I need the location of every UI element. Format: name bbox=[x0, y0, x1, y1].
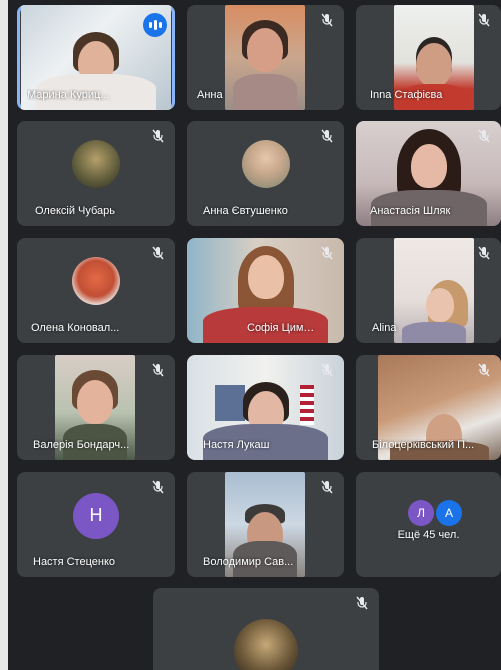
window-edge bbox=[0, 0, 8, 670]
participant-name: Настя Стеценко bbox=[33, 556, 116, 568]
participant-tile[interactable]: Софія Цимбалюк bbox=[187, 238, 344, 343]
participant-name: Анна bbox=[197, 89, 223, 101]
mic-muted-icon bbox=[356, 596, 368, 610]
participant-name: Білоцерківський П... bbox=[372, 439, 475, 451]
mic-muted-icon bbox=[321, 480, 333, 494]
participant-tile[interactable]: Валерія Бондарч... bbox=[17, 355, 175, 460]
participant-name: Марина Куриц... bbox=[27, 89, 110, 101]
participant-avatar bbox=[72, 256, 120, 305]
participant-tile[interactable]: Анастасія Шляк bbox=[356, 121, 501, 226]
participant-tile[interactable]: Олексій Чубарь bbox=[17, 121, 175, 226]
mic-muted-icon bbox=[478, 246, 490, 260]
participant-tile[interactable]: Володимир Сав... bbox=[187, 472, 344, 577]
participant-tile[interactable]: Настя Лукаш bbox=[187, 355, 344, 460]
participant-tile[interactable] bbox=[153, 588, 379, 670]
mic-muted-icon bbox=[321, 129, 333, 143]
participant-name: Alina bbox=[372, 322, 397, 334]
participant-tile[interactable]: Олена Коновал... bbox=[17, 238, 175, 343]
participant-tile[interactable]: Анна bbox=[187, 5, 344, 110]
participant-avatar: Н bbox=[73, 492, 119, 539]
mic-muted-icon bbox=[321, 13, 333, 27]
mic-muted-icon bbox=[478, 129, 490, 143]
participant-tile[interactable]: Inna Стафієва bbox=[356, 5, 501, 110]
participant-name: Софія Цимбалюк bbox=[247, 322, 320, 334]
more-participants-label: Ещё 45 чел. bbox=[397, 529, 460, 541]
more-participants-tile[interactable]: Л А Ещё 45 чел. bbox=[356, 472, 501, 577]
more-avatar: Л bbox=[408, 500, 434, 526]
mic-muted-icon bbox=[152, 363, 164, 377]
participant-tile[interactable]: Білоцерківський П... bbox=[356, 355, 501, 460]
mic-muted-icon bbox=[478, 363, 490, 377]
participant-tile[interactable]: Анна Євтушенко bbox=[187, 121, 344, 226]
participant-name: Володимир Сав... bbox=[203, 556, 294, 568]
participant-name: Анастасія Шляк bbox=[370, 205, 451, 217]
participant-name: Inna Стафієва bbox=[370, 89, 443, 101]
participant-name: Олена Коновал... bbox=[31, 322, 120, 334]
more-avatar: А bbox=[436, 500, 462, 526]
participant-avatar bbox=[241, 139, 290, 188]
participant-avatar bbox=[72, 139, 120, 188]
participant-name: Анна Євтушенко bbox=[203, 205, 288, 217]
participant-name: Олексій Чубарь bbox=[35, 205, 116, 217]
participant-avatar bbox=[234, 619, 298, 670]
speaking-indicator-icon bbox=[143, 13, 167, 37]
participant-tile[interactable]: Н Настя Стеценко bbox=[17, 472, 175, 577]
mic-muted-icon bbox=[321, 363, 333, 377]
participant-name: Настя Лукаш bbox=[203, 439, 270, 451]
mic-muted-icon bbox=[152, 480, 164, 494]
participant-tile[interactable]: Alina bbox=[356, 238, 501, 343]
mic-muted-icon bbox=[321, 246, 333, 260]
mic-muted-icon bbox=[478, 13, 490, 27]
mic-muted-icon bbox=[152, 246, 164, 260]
participant-name: Валерія Бондарч... bbox=[33, 439, 130, 451]
mic-muted-icon bbox=[152, 129, 164, 143]
participant-tile[interactable]: Марина Куриц... bbox=[17, 5, 175, 110]
